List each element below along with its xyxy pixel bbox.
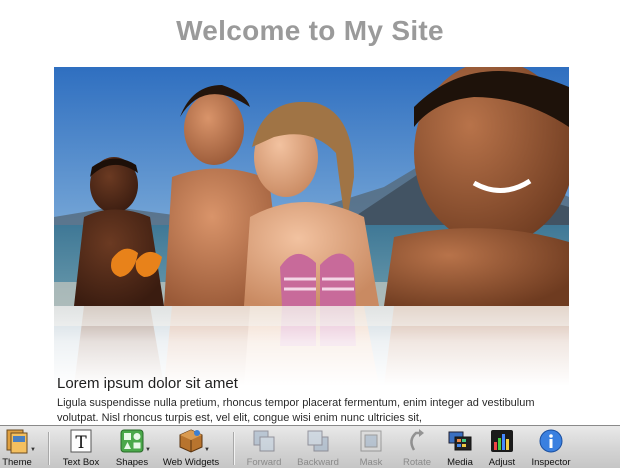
inspector-button[interactable]: Inspector [528,428,574,468]
backward-label: Backward [297,457,339,468]
theme-label: Theme [2,457,32,468]
forward-icon [251,428,277,454]
forward-label: Forward [246,457,282,468]
media-label: Media [447,457,473,468]
mask-button[interactable]: Mask [356,428,386,468]
page-title[interactable]: Welcome to My Site [0,15,620,47]
theme-icon: ▼ [4,428,36,454]
web-widgets-icon: ▼ [178,428,210,454]
theme-button[interactable]: ▼ Theme [2,428,36,468]
rotate-icon [404,428,430,454]
adjust-label: Adjust [488,457,516,468]
adjust-icon [489,428,515,454]
forward-button[interactable]: Forward [244,428,284,468]
mask-label: Mask [359,457,383,468]
text-box-icon: T [68,428,94,454]
media-icon [447,428,473,454]
text-box-button[interactable]: T Text Box [60,428,102,468]
toolbar-separator [48,432,49,465]
web-widgets-button[interactable]: ▼ Web Widgets [162,428,220,468]
section-heading[interactable]: Lorem ipsum dolor sit amet [57,375,238,392]
mask-icon [358,428,384,454]
web-widgets-label: Web Widgets [162,457,220,468]
adjust-button[interactable]: Adjust [486,428,518,468]
body-text[interactable]: Ligula suspendisse nulla pretium, rhoncu… [57,396,557,425]
backward-button[interactable]: Backward [296,428,340,468]
toolbar: ▼ Theme T Text Box ▼ Shapes ▼ Web Widget… [0,425,620,468]
backward-icon [305,428,331,454]
beach-photo-image [54,67,569,306]
page-canvas[interactable]: Welcome to My Site Lorem ipsum dolor sit… [0,0,620,425]
reflection-fade [54,306,569,386]
svg-text:T: T [75,433,87,453]
toolbar-separator [233,432,234,465]
media-button[interactable]: Media [443,428,477,468]
shapes-icon: ▼ [119,428,151,454]
rotate-label: Rotate [403,457,431,468]
hero-photo-reflection [54,306,569,386]
shapes-label: Shapes [115,457,149,468]
text-box-label: Text Box [62,457,100,468]
rotate-button[interactable]: Rotate [400,428,434,468]
shapes-button[interactable]: ▼ Shapes [114,428,151,468]
inspector-icon [538,428,564,454]
inspector-label: Inspector [531,457,571,468]
hero-photo[interactable] [54,67,569,306]
